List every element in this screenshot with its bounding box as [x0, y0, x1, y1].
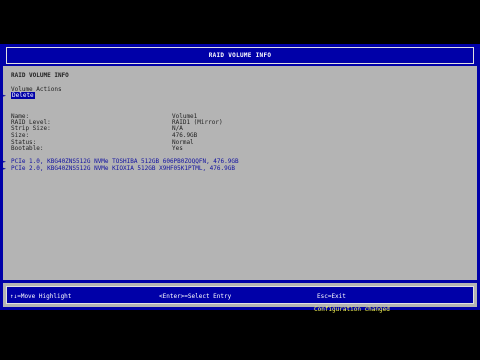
- header-bar: RAID VOLUME INFO: [6, 47, 474, 64]
- footer-panel: ↑↓=Move Highlight <Enter>=Select Entry E…: [3, 283, 477, 307]
- footer-select-hint: <Enter>=Select Entry: [159, 293, 232, 300]
- section-title: RAID VOLUME INFO: [11, 72, 69, 79]
- status-message: Configuration changed: [314, 306, 390, 313]
- key-help-bar: ↑↓=Move Highlight <Enter>=Select Entry E…: [6, 286, 474, 304]
- field-value-bootable: Yes: [172, 145, 183, 152]
- disk-arrow-icon: ►: [3, 166, 7, 172]
- content-panel: RAID VOLUME INFO Volume Actions ► Delete…: [3, 66, 477, 280]
- footer-move-hint: ↑↓=Move Highlight: [10, 293, 72, 300]
- disk-arrow-icon: ►: [3, 159, 7, 165]
- delete-action[interactable]: Delete: [11, 92, 35, 99]
- field-label-bootable: Bootable:: [11, 145, 44, 152]
- page-title: RAID VOLUME INFO: [208, 52, 272, 59]
- footer-exit-hint: Esc=Exit: [317, 293, 346, 300]
- selection-arrow-icon: ►: [3, 93, 7, 99]
- disk-entry-2[interactable]: PCIe 2.0, KBG40ZNS512G NVMe KIOXIA 512GB…: [11, 166, 235, 172]
- delete-label: Delete: [11, 92, 35, 99]
